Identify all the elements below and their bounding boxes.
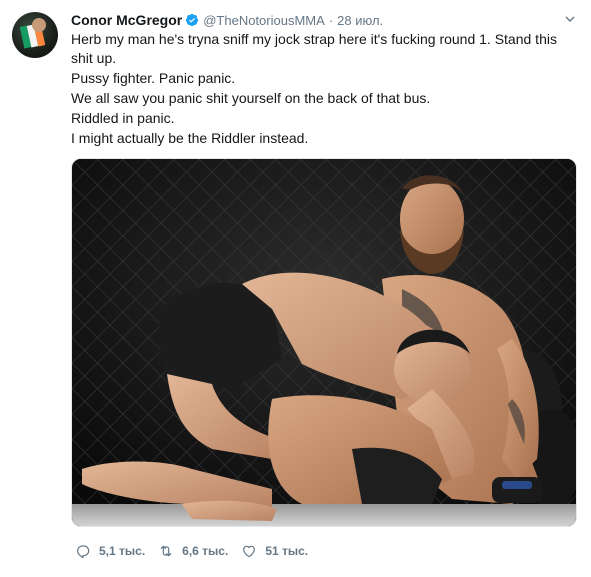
- tweet-line: We all saw you panic shit yourself on th…: [71, 89, 431, 106]
- tweet-line: I might actually be the Riddler instead.: [71, 129, 309, 146]
- reply-icon: [77, 545, 90, 559]
- tweet-text: Herb my man he's tryna sniff my jock str…: [71, 30, 581, 149]
- reply-button[interactable]: 5,1 тыс.: [75, 543, 145, 559]
- retweet-button[interactable]: 6,6 тыс.: [158, 543, 228, 559]
- author-name[interactable]: Conor McGregor: [71, 12, 182, 28]
- tweet-date[interactable]: 28 июл.: [337, 13, 383, 28]
- like-button[interactable]: 51 тыс.: [241, 543, 308, 559]
- fight-photo-image: [72, 159, 576, 526]
- tweet-card: Conor McGregor @TheNotoriousMMA · 28 июл…: [0, 0, 591, 577]
- tweet-photo[interactable]: [71, 158, 577, 527]
- author-avatar[interactable]: [12, 12, 58, 58]
- verified-badge-icon: [186, 13, 199, 27]
- author-handle[interactable]: @TheNotoriousMMA: [203, 13, 325, 28]
- tweet-line: Riddled in panic.: [71, 109, 175, 126]
- heart-icon: [243, 545, 256, 558]
- retweet-count: 6,6 тыс.: [182, 544, 229, 558]
- separator-dot: ·: [328, 12, 334, 28]
- chevron-down-icon[interactable]: [565, 14, 575, 24]
- tweet-actions: 5,1 тыс. 6,6 тыс. 51 тыс.: [71, 541, 321, 561]
- reply-count: 5,1 тыс.: [99, 544, 146, 558]
- like-count: 51 тыс.: [265, 544, 309, 558]
- tweet-header: Conor McGregor @TheNotoriousMMA · 28 июл…: [71, 10, 591, 30]
- retweet-icon: [160, 545, 172, 557]
- tweet-line: Pussy fighter. Panic panic.: [71, 69, 236, 86]
- tweet-line: Herb my man he's tryna sniff my jock str…: [71, 31, 557, 66]
